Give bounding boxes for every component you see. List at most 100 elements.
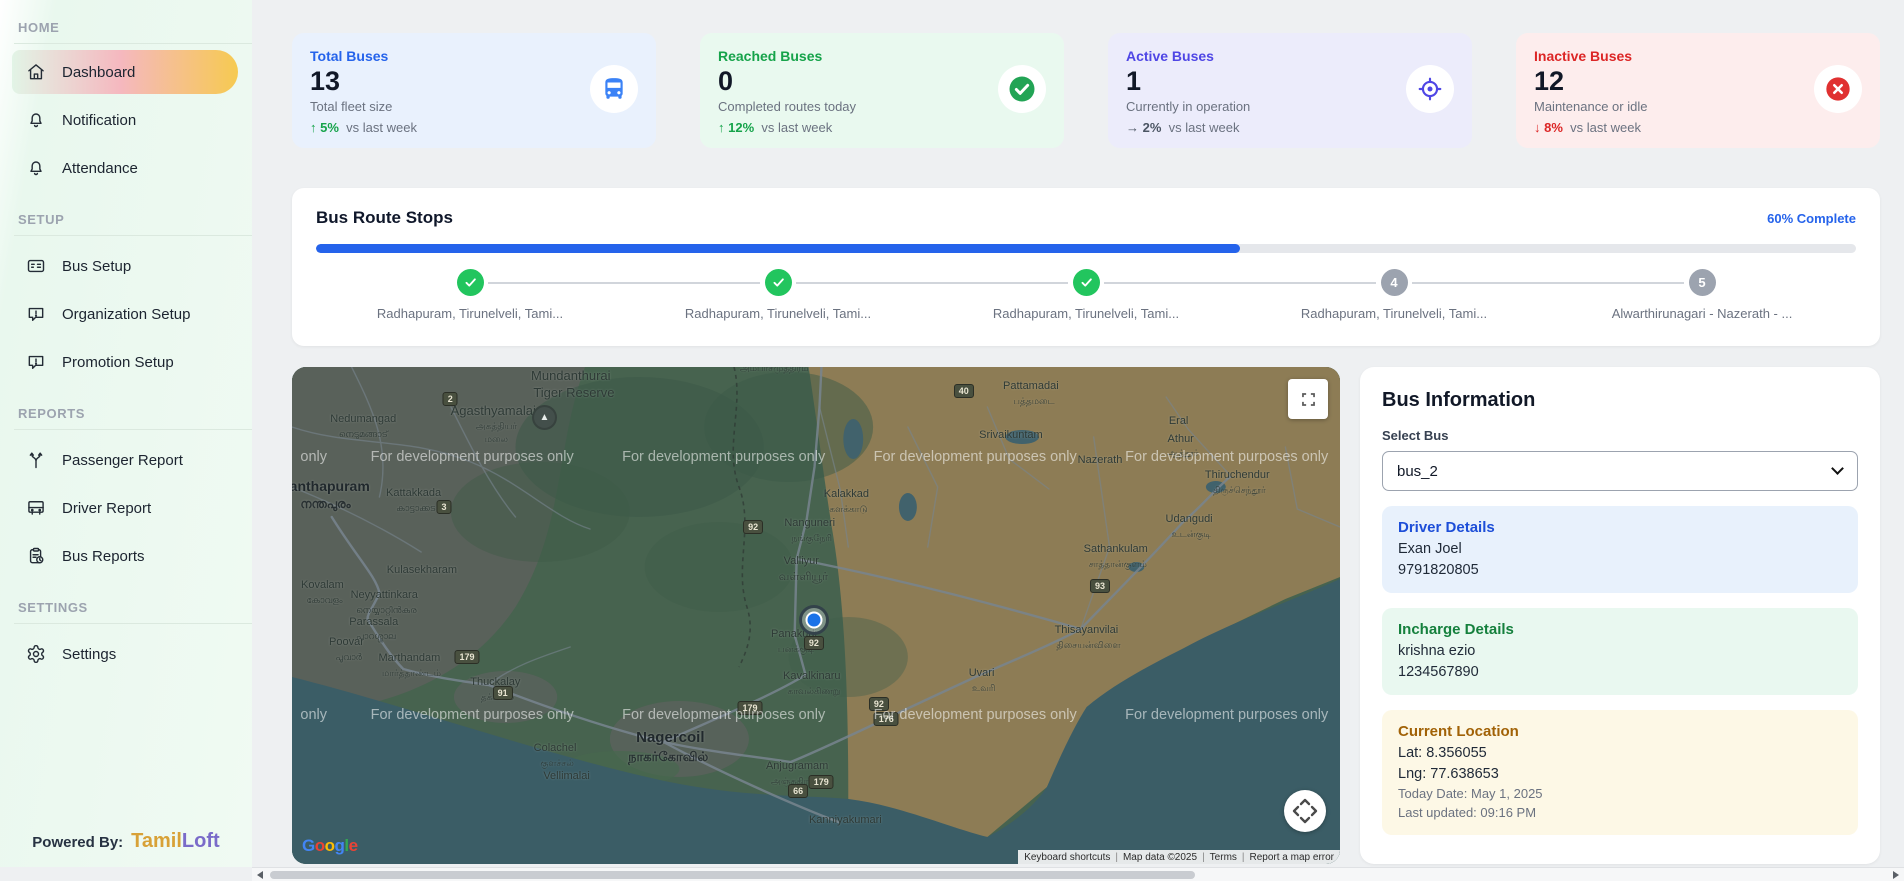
map-label: வள்ளியூர் bbox=[779, 571, 828, 585]
incharge-details-card: Incharge Details krishna ezio 1234567890 bbox=[1382, 608, 1858, 695]
sidebar-item-label: Dashboard bbox=[62, 64, 135, 81]
map-label: Kattakkada bbox=[386, 487, 441, 499]
map-label: Thiruchendur bbox=[1205, 469, 1270, 481]
map-watermark: For development purposes only bbox=[622, 449, 825, 465]
sidebar-item-organization-setup[interactable]: Organization Setup bbox=[0, 290, 252, 338]
sidebar-item-bus-reports[interactable]: Bus Reports bbox=[0, 532, 252, 580]
divider bbox=[14, 623, 252, 624]
current-location-title: Current Location bbox=[1398, 723, 1842, 740]
sidebar-section-home: HOME bbox=[0, 10, 252, 43]
stat-subtitle: Total fleet size bbox=[310, 99, 638, 114]
sidebar-item-label: Organization Setup bbox=[62, 306, 190, 323]
stop-label: Radhapuram, Tirunelveli, Tami... bbox=[685, 306, 871, 321]
sidebar-item-notification[interactable]: Notification bbox=[0, 96, 252, 144]
google-logo[interactable]: Google bbox=[302, 836, 358, 856]
map-label: மார்த்தாண்டம் bbox=[382, 668, 441, 680]
map-label: Kanniyakumari bbox=[809, 814, 882, 826]
sidebar-item-passenger-report[interactable]: Passenger Report bbox=[0, 436, 252, 484]
sidebar-section-reports: REPORTS bbox=[0, 396, 252, 429]
select-bus-label: Select Bus bbox=[1382, 428, 1858, 443]
route-stops-stepper: Radhapuram, Tirunelveli, Tami... Radhapu… bbox=[316, 269, 1856, 321]
map-label: உவரி bbox=[972, 683, 995, 695]
map-label: களக்காடு bbox=[829, 504, 867, 516]
map-label: Sathankulam bbox=[1084, 543, 1148, 555]
home-icon bbox=[26, 62, 46, 82]
sidebar-item-promotion-setup[interactable]: Promotion Setup bbox=[0, 338, 252, 386]
sidebar-item-label: Bus Reports bbox=[62, 548, 145, 565]
bus-icon bbox=[26, 498, 46, 518]
stat-subtitle: Completed routes today bbox=[718, 99, 1046, 114]
map-label: பத்தமடை bbox=[1013, 396, 1054, 408]
map-watermark: For development purposes only bbox=[622, 707, 825, 723]
stat-title: Inactive Buses bbox=[1534, 48, 1862, 64]
map-label: அம்பாசமுத்திரம் bbox=[740, 367, 809, 375]
map-label: anthapuram bbox=[292, 478, 370, 494]
stop-check-icon bbox=[765, 269, 792, 296]
map-label: Nanguneri bbox=[784, 517, 835, 529]
locate-icon bbox=[1406, 65, 1454, 113]
map-label: Nagercoil bbox=[636, 729, 704, 746]
map-attribution-item[interactable]: Terms bbox=[1210, 852, 1237, 863]
route-shield: 92 bbox=[804, 636, 824, 650]
bus-location-marker bbox=[799, 605, 829, 635]
bell-icon bbox=[26, 110, 46, 130]
map-label: திருச்செந்தூர் bbox=[1213, 485, 1266, 497]
map-label: കോവളം bbox=[306, 595, 342, 606]
divider bbox=[14, 43, 252, 44]
map-pan-control[interactable] bbox=[1284, 790, 1326, 832]
route-shield: 92 bbox=[743, 520, 763, 534]
stop-label: Alwarthirunagari - Nazerath - ... bbox=[1612, 306, 1793, 321]
map-label: Kovalam bbox=[301, 579, 344, 591]
map-label: உடன்குடி bbox=[1172, 529, 1211, 541]
scroll-right-arrow[interactable] bbox=[1893, 871, 1899, 879]
route-stop: 5 Alwarthirunagari - Nazerath - ... bbox=[1548, 269, 1856, 321]
route-progress-bar bbox=[316, 244, 1856, 253]
map-label: Parassala bbox=[349, 616, 398, 628]
map-label: Kalakkad bbox=[824, 488, 869, 500]
gear-icon bbox=[26, 644, 46, 664]
map-label: Kulasekharam bbox=[387, 564, 457, 576]
stat-subtitle: Maintenance or idle bbox=[1534, 99, 1862, 114]
map-fullscreen-button[interactable] bbox=[1288, 379, 1328, 419]
clipboard-clock-icon bbox=[26, 546, 46, 566]
sidebar-item-settings[interactable]: Settings bbox=[0, 630, 252, 678]
map-watermark: only bbox=[300, 449, 327, 465]
scrollbar-thumb[interactable] bbox=[270, 871, 1195, 879]
bus-select[interactable]: bus_2 bbox=[1382, 451, 1858, 491]
stat-value: 1 bbox=[1126, 66, 1454, 97]
map-attribution-item[interactable]: Keyboard shortcuts bbox=[1024, 852, 1110, 863]
stat-value: 0 bbox=[718, 66, 1046, 97]
map-label: அகத்தியர் bbox=[476, 421, 517, 433]
scroll-left-arrow[interactable] bbox=[257, 871, 263, 879]
map-label: குளச்சல் bbox=[540, 758, 574, 770]
app-window: HOME Dashboard Notification Attendance S… bbox=[0, 0, 1904, 867]
stat-subtitle: Currently in operation bbox=[1126, 99, 1454, 114]
map-canvas[interactable]: அம்பாசமுத்திரம்MundanthuraiTiger Reserve… bbox=[292, 367, 1340, 864]
route-shield: 179 bbox=[809, 775, 834, 789]
stat-value: 13 bbox=[310, 66, 638, 97]
stat-card-active-buses: Active Buses 1 Currently in operation → … bbox=[1108, 33, 1472, 148]
route-shield: 179 bbox=[455, 650, 480, 664]
route-stop: 4 Radhapuram, Tirunelveli, Tami... bbox=[1240, 269, 1548, 321]
incharge-phone: 1234567890 bbox=[1398, 664, 1842, 680]
sidebar-item-attendance[interactable]: Attendance bbox=[0, 144, 252, 192]
map-label: Nazerath bbox=[1078, 454, 1123, 466]
brand-first: Tamil bbox=[131, 830, 182, 852]
route-shield: 2 bbox=[443, 392, 458, 406]
map-label: Anjugramam bbox=[766, 760, 828, 772]
sidebar-item-bus-setup[interactable]: Bus Setup bbox=[0, 242, 252, 290]
driver-details-card: Driver Details Exan Joel 9791820805 bbox=[1382, 506, 1858, 593]
stat-card-reached-buses: Reached Buses 0 Completed routes today ↑… bbox=[700, 33, 1064, 148]
map-label: Neyyattinkara bbox=[351, 589, 418, 601]
map-label: நாகர்கோவில் bbox=[628, 749, 708, 766]
map-label: மலை bbox=[485, 434, 508, 446]
horizontal-scrollbar[interactable] bbox=[252, 867, 1904, 881]
stat-cards-row: Total Buses 13 Total fleet size ↑ 5% vs … bbox=[292, 33, 1880, 148]
map-label: Thisayanvilai bbox=[1055, 624, 1119, 636]
sidebar-item-driver-report[interactable]: Driver Report bbox=[0, 484, 252, 532]
stop-check-icon bbox=[1073, 269, 1100, 296]
map-attribution-item[interactable]: Report a map error bbox=[1250, 852, 1334, 863]
map-label: നന്തപുരം bbox=[300, 497, 350, 512]
sidebar-item-dashboard[interactable]: Dashboard bbox=[12, 50, 238, 94]
panel-title: Bus Information bbox=[1382, 389, 1858, 412]
